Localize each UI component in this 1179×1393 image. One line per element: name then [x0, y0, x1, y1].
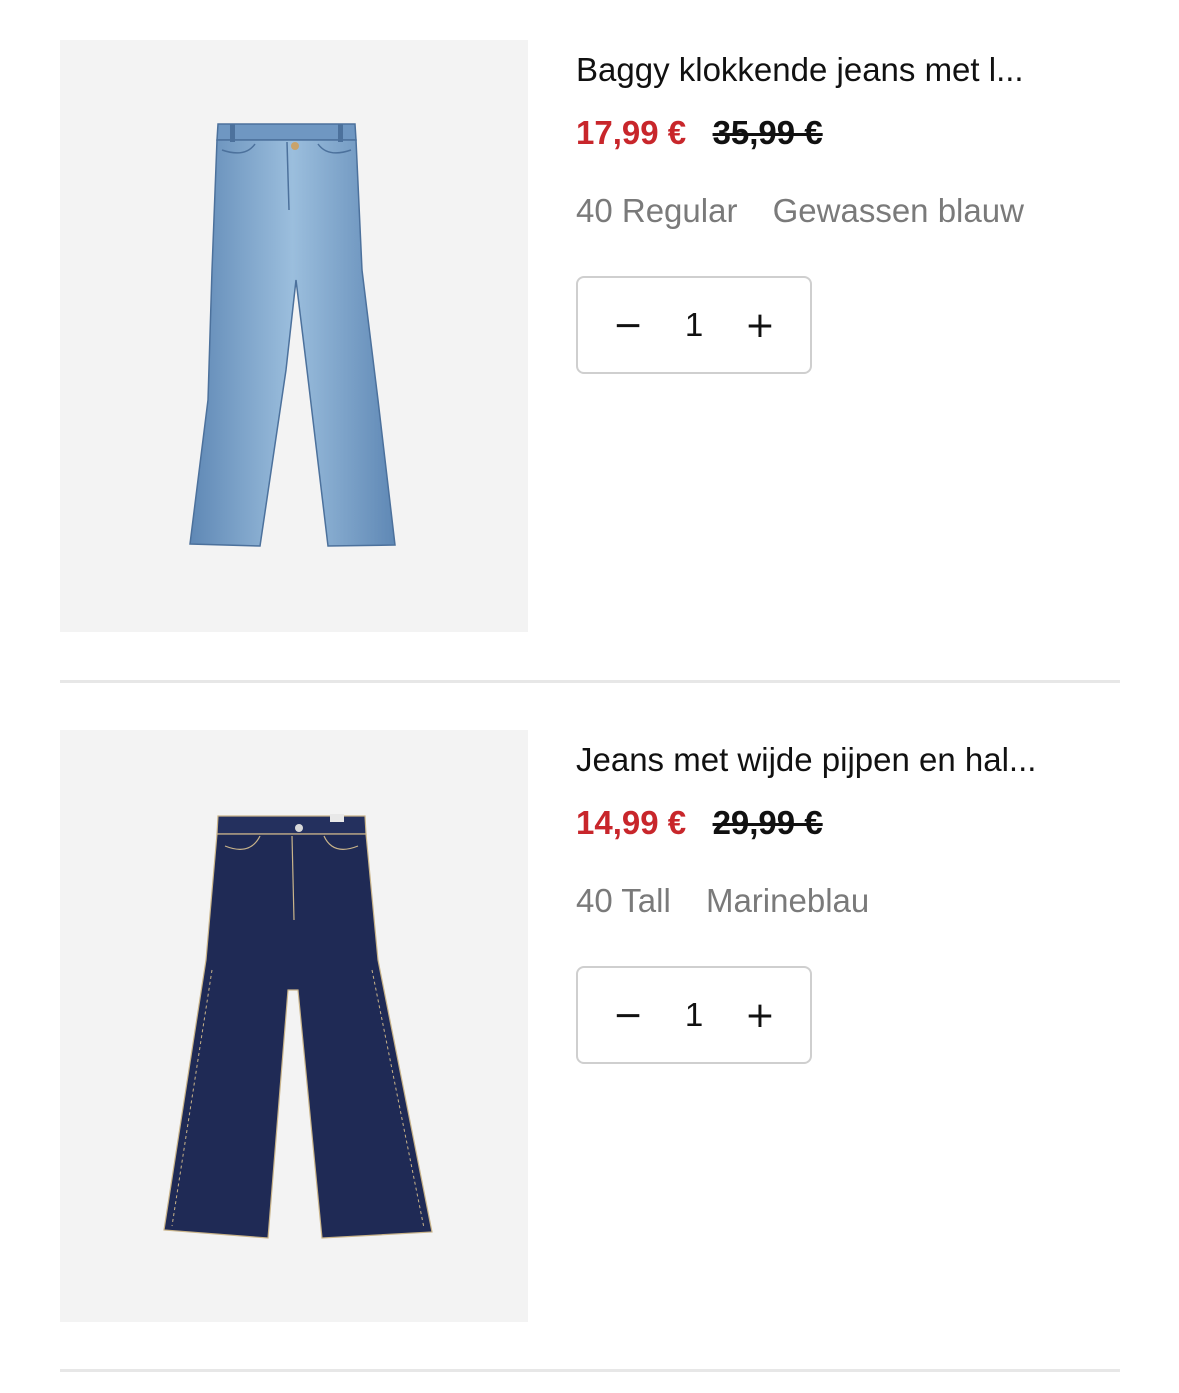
sale-price: 17,99 € [576, 114, 687, 151]
size-label: 40 Regular [576, 192, 738, 229]
item-divider [60, 1369, 1120, 1372]
color-label: Gewassen blauw [772, 192, 1024, 229]
increment-button[interactable]: + [730, 295, 790, 355]
quantity-stepper: − 1 + [576, 966, 812, 1064]
sale-price: 14,99 € [576, 804, 687, 841]
price-row: 14,99 € 29,99 € [576, 804, 823, 842]
quantity-value: 1 [684, 306, 704, 343]
size-label: 40 Tall [576, 882, 671, 919]
product-image[interactable] [60, 40, 528, 632]
original-price: 29,99 € [712, 804, 823, 841]
decrement-button[interactable]: − [598, 295, 658, 355]
original-price: 35,99 € [712, 114, 823, 151]
cart-item: Baggy klokkende jeans met l... 17,99 € 3… [60, 40, 1120, 632]
price-row: 17,99 € 35,99 € [576, 114, 823, 152]
dark-wide-leg-jeans-icon [163, 814, 433, 1239]
cart-item: Jeans met wijde pijpen en hal... 14,99 €… [60, 730, 1120, 1322]
light-wash-flared-jeans-icon [189, 123, 396, 547]
color-label: Marineblau [705, 882, 870, 919]
decrement-button[interactable]: − [598, 985, 658, 1045]
variant-info: 40 Regular Gewassen blauw [576, 192, 1024, 230]
quantity-stepper: − 1 + [576, 276, 812, 374]
product-title[interactable]: Jeans met wijde pijpen en hal... [576, 740, 1116, 780]
increment-button[interactable]: + [730, 985, 790, 1045]
item-divider [60, 680, 1120, 683]
variant-info: 40 Tall Marineblau [576, 882, 869, 920]
product-title[interactable]: Baggy klokkende jeans met l... [576, 50, 1116, 90]
quantity-value: 1 [684, 996, 704, 1033]
product-image[interactable] [60, 730, 528, 1322]
